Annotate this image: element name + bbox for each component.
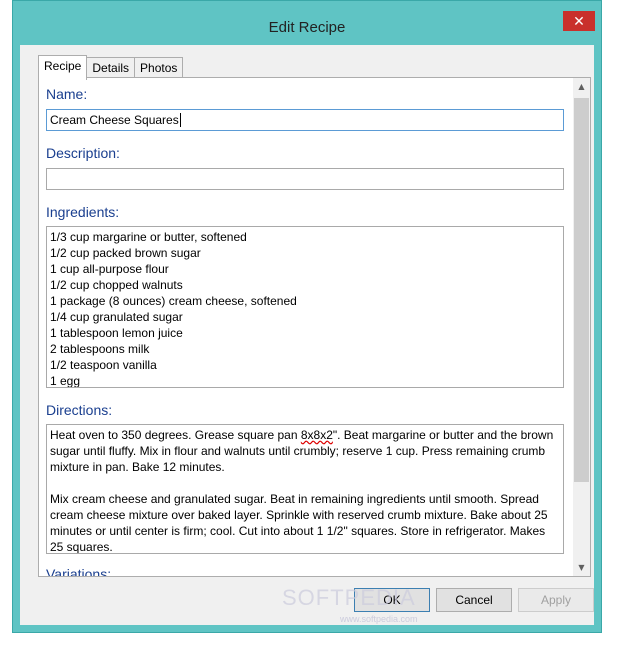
watermark-logo: SOFTPEDIA — [282, 585, 416, 610]
recipe-tab-panel: Name: Cream Cheese Squares Description: … — [38, 77, 591, 577]
ingredient-line: 1 egg — [50, 374, 81, 388]
ingredient-line: 1 package (8 ounces) cream cheese, softe… — [50, 294, 297, 308]
description-input[interactable] — [46, 168, 564, 190]
misspelled-word: 8x8x2 — [300, 428, 333, 442]
ingredient-line: 1 cup all-purpose flour — [50, 262, 169, 276]
directions-label: Directions: — [46, 402, 113, 418]
close-icon: ✕ — [573, 13, 585, 29]
ingredients-label: Ingredients: — [46, 204, 120, 220]
name-input[interactable]: Cream Cheese Squares — [46, 109, 564, 131]
scroll-up-arrow-icon[interactable]: ▲ — [573, 78, 590, 95]
window-title: Edit Recipe — [268, 19, 346, 36]
directions-paragraph-1: Heat oven to 350 degrees. Grease square … — [50, 427, 560, 475]
ingredient-line: 1/4 cup granulated sugar — [50, 310, 183, 324]
tab-recipe[interactable]: Recipe — [38, 55, 88, 80]
tab-photos[interactable]: Photos — [134, 57, 184, 79]
variations-label: Variations: — [46, 566, 112, 577]
dialog-client-area: Recipe Details Photos Name: Cream Cheese… — [20, 45, 594, 625]
cancel-button[interactable]: Cancel — [436, 588, 512, 612]
ingredient-line: 1/2 teaspoon vanilla — [50, 358, 157, 372]
apply-button[interactable]: Apply — [518, 588, 594, 612]
close-button[interactable]: ✕ — [563, 11, 595, 31]
watermark-url: www.softpedia.com — [340, 614, 418, 624]
name-value: Cream Cheese Squares — [50, 113, 179, 127]
ingredient-line: 1 tablespoon lemon juice — [50, 326, 183, 340]
ingredient-line: 1/2 cup chopped walnuts — [50, 278, 183, 292]
directions-textarea[interactable]: Heat oven to 350 degrees. Grease square … — [46, 424, 564, 554]
scrollbar-thumb[interactable] — [574, 98, 589, 482]
directions-text: Heat oven to 350 degrees. Grease square … — [50, 428, 301, 442]
ingredient-line: 1/3 cup margarine or butter, softened — [50, 230, 247, 244]
edit-recipe-window: Edit Recipe ✕ Recipe Details Photos Name… — [12, 0, 602, 633]
ingredients-textarea[interactable]: 1/3 cup margarine or butter, softened 1/… — [46, 226, 564, 388]
tab-details[interactable]: Details — [86, 57, 136, 79]
name-label: Name: — [46, 86, 88, 102]
directions-paragraph-2: Mix cream cheese and granulated sugar. B… — [50, 492, 548, 554]
scroll-down-arrow-icon[interactable]: ▼ — [573, 559, 590, 576]
ingredient-line: 1/2 cup packed brown sugar — [50, 246, 201, 260]
panel-scrollbar[interactable]: ▲ ▼ — [573, 78, 590, 576]
description-label: Description: — [46, 145, 120, 161]
tab-strip: Recipe Details Photos — [38, 55, 184, 80]
ingredient-line: 2 tablespoons milk — [50, 342, 150, 356]
text-caret — [179, 113, 181, 127]
